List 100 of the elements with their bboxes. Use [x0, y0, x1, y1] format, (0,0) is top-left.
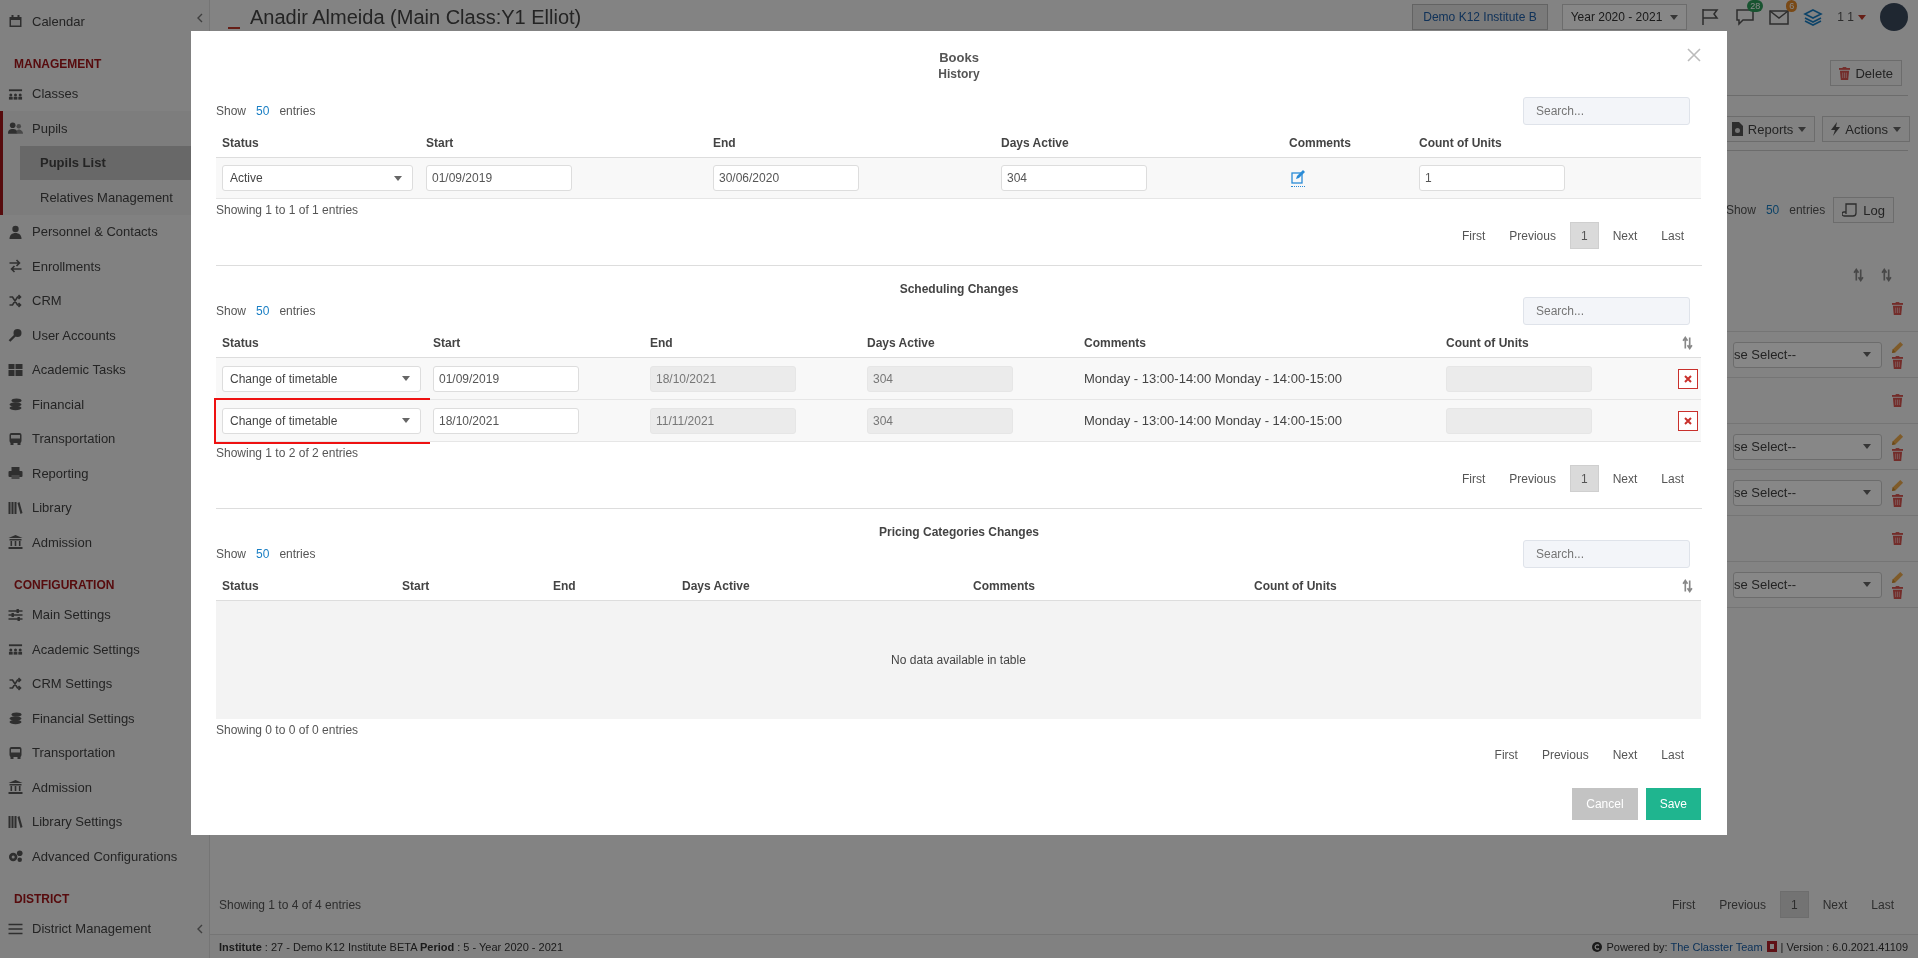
- pencil-icon[interactable]: [1890, 570, 1904, 584]
- pagination-link[interactable]: Previous: [1709, 892, 1776, 917]
- sort-icon[interactable]: [1682, 579, 1693, 593]
- layers-icon[interactable]: [1803, 8, 1824, 26]
- select-field[interactable]: se Select--: [1733, 479, 1882, 506]
- coins-icon: [8, 397, 23, 412]
- trash-icon[interactable]: [1891, 302, 1903, 315]
- sidebar-item[interactable]: Personnel & Contacts: [0, 214, 209, 249]
- pagination-link[interactable]: Next: [1602, 742, 1648, 767]
- pagination-link[interactable]: Next: [1812, 892, 1858, 917]
- sidebar-item[interactable]: Admission: [0, 770, 209, 805]
- user-menu[interactable]: 1 1: [1837, 10, 1866, 24]
- chat-icon[interactable]: [1735, 8, 1756, 26]
- save-button[interactable]: Save: [1645, 788, 1701, 820]
- pagination-link[interactable]: First: [1661, 892, 1706, 917]
- pagination-link[interactable]: 1: [1569, 465, 1599, 492]
- sidebar-item[interactable]: CRM Settings: [0, 666, 209, 701]
- sidebar-item[interactable]: Library Settings: [0, 804, 209, 839]
- sidebar-item[interactable]: Advanced Configurations: [0, 839, 209, 874]
- remove-button[interactable]: [1678, 368, 1698, 389]
- pencil-icon[interactable]: [1890, 478, 1904, 492]
- page-length-select[interactable]: 50: [256, 104, 270, 118]
- team-link[interactable]: The Classter Team: [1670, 940, 1763, 953]
- status-select[interactable]: Change of timetable: [222, 365, 421, 392]
- sidebar-item[interactable]: Financial: [0, 387, 209, 422]
- pagination-link[interactable]: 1: [1569, 222, 1599, 249]
- pagination-link[interactable]: First: [1484, 742, 1528, 767]
- actions-button[interactable]: Actions: [1822, 116, 1910, 142]
- text-field[interactable]: 01/09/2019: [426, 165, 572, 191]
- pagination-link[interactable]: Last: [1651, 466, 1694, 491]
- text-field[interactable]: 30/06/2020: [713, 165, 859, 191]
- pagination-link[interactable]: 1: [1779, 891, 1809, 918]
- avatar[interactable]: [1880, 3, 1908, 31]
- trash-icon[interactable]: [1891, 394, 1903, 407]
- status-select[interactable]: Change of timetable: [222, 407, 421, 434]
- modal-title: Books: [938, 50, 980, 66]
- sidebar-item[interactable]: Academic Tasks: [0, 352, 209, 387]
- pagination-link[interactable]: Previous: [1531, 742, 1599, 767]
- sidebar-item[interactable]: District Management: [0, 911, 209, 946]
- remove-button[interactable]: [1678, 410, 1698, 431]
- sidebar-item[interactable]: Admission: [0, 525, 209, 560]
- trash-icon[interactable]: [1891, 355, 1903, 369]
- envelope-icon[interactable]: [1769, 8, 1790, 26]
- text-field[interactable]: 1: [1419, 165, 1565, 191]
- select-field[interactable]: se Select--: [1733, 571, 1882, 598]
- key-icon: [8, 328, 23, 343]
- sidebar-item[interactable]: Pupils: [3, 111, 209, 146]
- sidebar-item[interactable]: Transportation: [0, 735, 209, 770]
- sidebar-item[interactable]: User Accounts: [0, 318, 209, 353]
- search-field[interactable]: Search...: [1523, 297, 1690, 325]
- search-field[interactable]: Search...: [1523, 97, 1690, 125]
- pencil-icon[interactable]: [1890, 432, 1904, 446]
- select-field[interactable]: se Select--: [1733, 341, 1882, 368]
- select-field[interactable]: se Select--: [1733, 433, 1882, 460]
- sort-icon[interactable]: [1853, 268, 1864, 282]
- status-select[interactable]: Active: [222, 165, 413, 191]
- text-field[interactable]: 18/10/2021: [433, 407, 579, 434]
- sidebar-item[interactable]: Transportation: [0, 421, 209, 456]
- pencil-icon[interactable]: [1890, 340, 1904, 354]
- trash-icon[interactable]: [1839, 66, 1851, 80]
- trash-icon[interactable]: [1891, 493, 1903, 507]
- sidebar-item[interactable]: Main Settings: [0, 597, 209, 632]
- trash-icon[interactable]: [1891, 447, 1903, 461]
- pagination-link[interactable]: Last: [1651, 742, 1694, 767]
- trash-icon[interactable]: [1891, 532, 1903, 545]
- sort-icon[interactable]: [1881, 268, 1892, 282]
- sidebar-item[interactable]: Calendar: [0, 4, 209, 39]
- pagination-link[interactable]: Previous: [1499, 466, 1566, 491]
- pagination-link[interactable]: Last: [1861, 892, 1904, 917]
- page-length-select[interactable]: 50: [256, 547, 270, 561]
- sidebar-item[interactable]: Reporting: [0, 456, 209, 491]
- coins-icon: [8, 711, 23, 726]
- year-select[interactable]: Year 2020 - 2021: [1561, 4, 1688, 30]
- text-field[interactable]: 01/09/2019: [433, 365, 579, 392]
- pagination-link[interactable]: Last: [1651, 223, 1694, 248]
- text-field[interactable]: 304: [1001, 165, 1147, 191]
- sidebar-item[interactable]: Enrollments: [0, 249, 209, 284]
- sidebar-item[interactable]: Academic Settings: [0, 632, 209, 667]
- page-length-select[interactable]: 50: [256, 304, 270, 318]
- sidebar-item[interactable]: Financial Settings: [0, 701, 209, 736]
- search-field[interactable]: Search...: [1523, 540, 1690, 568]
- pagination-link[interactable]: Previous: [1499, 223, 1566, 248]
- sort-icon[interactable]: [1682, 336, 1693, 350]
- delete-button[interactable]: Delete: [1830, 60, 1902, 86]
- institute-button[interactable]: Demo K12 Institute B: [1412, 4, 1548, 30]
- edit-icon[interactable]: [1291, 169, 1305, 187]
- pagination-link[interactable]: First: [1451, 223, 1496, 248]
- pagination-link[interactable]: First: [1451, 466, 1496, 491]
- page-length-select[interactable]: 50: [1765, 203, 1780, 217]
- pagination-link[interactable]: Next: [1602, 223, 1648, 248]
- show-label: Show: [216, 104, 247, 118]
- sidebar-item[interactable]: Classes: [0, 76, 209, 111]
- chevron-left-icon[interactable]: [196, 13, 203, 23]
- log-button[interactable]: Log: [1833, 197, 1894, 223]
- entries-info: Showing 1 to 4 of 4 entries: [219, 897, 362, 912]
- pagination-link[interactable]: Next: [1602, 466, 1648, 491]
- sidebar-item[interactable]: Library: [0, 490, 209, 525]
- sidebar-item[interactable]: CRM: [0, 283, 209, 318]
- trash-icon[interactable]: [1891, 585, 1903, 599]
- close-icon[interactable]: [1687, 48, 1701, 62]
